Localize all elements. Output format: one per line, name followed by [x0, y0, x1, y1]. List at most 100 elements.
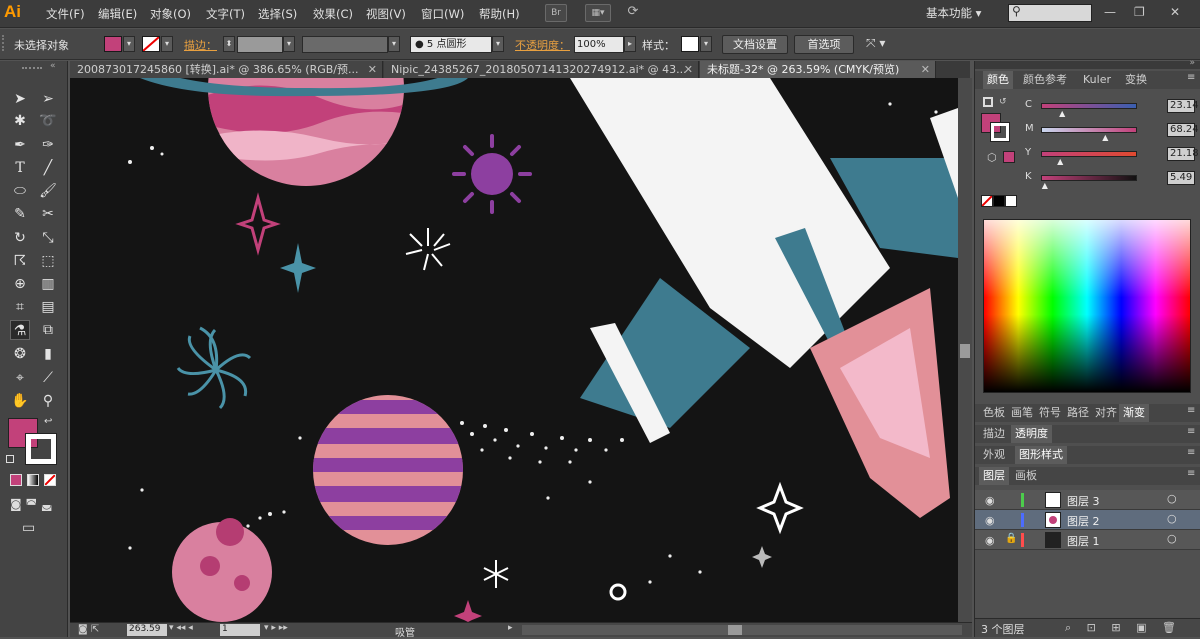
black-color-button[interactable]: [993, 195, 1005, 207]
scale-tool-icon[interactable]: ⤡: [38, 228, 58, 248]
fill-swatch[interactable]: [104, 36, 122, 52]
status-menu-icon[interactable]: ▸: [508, 623, 513, 633]
menu-view[interactable]: 视图(V): [366, 6, 406, 22]
stroke-label[interactable]: 描边：: [184, 37, 217, 53]
opacity-dropdown[interactable]: ▸: [624, 36, 636, 52]
artboard-canvas[interactable]: [70, 78, 958, 622]
layers-empty-area[interactable]: [975, 550, 1200, 617]
bridge-button[interactable]: Br: [545, 4, 567, 22]
layer-row-3[interactable]: ◉ 图层 3 ○: [975, 490, 1200, 510]
tab-graphic-styles[interactable]: 图形样式: [1015, 446, 1067, 464]
color-spectrum[interactable]: [983, 219, 1191, 393]
tab-transform[interactable]: 变换: [1121, 71, 1151, 89]
opacity-label[interactable]: 不透明度：: [515, 37, 570, 53]
channel-y-value[interactable]: 21.18: [1167, 147, 1199, 161]
zoom-field[interactable]: 263.59: [127, 624, 167, 636]
layer-target-icon[interactable]: ○: [1167, 532, 1177, 545]
ellipse-tool-icon[interactable]: ⬭: [10, 181, 30, 201]
default-colors-icon[interactable]: [6, 455, 14, 463]
tab-brushes[interactable]: 画笔: [1007, 404, 1037, 422]
warp-tool-icon[interactable]: ☈: [10, 251, 30, 271]
visibility-eye-icon[interactable]: ◉: [985, 494, 995, 507]
tab-symbols[interactable]: 符号: [1035, 404, 1065, 422]
vertical-scroll-thumb[interactable]: [960, 344, 970, 358]
selection-tool-icon[interactable]: ➤: [10, 89, 30, 109]
curvature-tool-icon[interactable]: ✑: [38, 135, 58, 155]
fill-dropdown[interactable]: ▾: [123, 36, 135, 52]
horizontal-scroll-thumb[interactable]: [728, 625, 742, 635]
tab-align[interactable]: 对齐: [1091, 404, 1121, 422]
menu-file[interactable]: 文件(F): [46, 6, 85, 22]
stroke-color-box[interactable]: [25, 433, 57, 465]
artboard-tool-icon[interactable]: ⌖: [10, 368, 30, 388]
artboard-number-field[interactable]: 1: [220, 624, 260, 636]
scissors-tool-icon[interactable]: ✂: [38, 204, 58, 224]
gpu-performance-icon[interactable]: ⟳: [622, 4, 644, 22]
close-window-button[interactable]: ✕: [1170, 5, 1180, 19]
paintbrush-tool-icon[interactable]: 🖌: [38, 181, 58, 201]
tab-kuler[interactable]: Kuler: [1079, 71, 1115, 89]
tab-appearance[interactable]: 外观: [979, 446, 1009, 464]
collapse-toolbar-icon[interactable]: «: [50, 61, 56, 71]
layer-row-2[interactable]: ◉ 图层 2 ○: [975, 510, 1200, 530]
tab-document-1[interactable]: 200873017245860 [转换].ai* @ 386.65% (RGB/…: [70, 61, 383, 78]
tab-color-guide[interactable]: 颜色参考: [1019, 71, 1071, 89]
channel-m-thumb[interactable]: ▲: [1102, 133, 1108, 142]
out-of-gamut-icon[interactable]: ⬡: [987, 151, 997, 164]
tab-transparency[interactable]: 透明度: [1011, 425, 1052, 443]
close-tab-icon[interactable]: ✕: [684, 61, 693, 78]
column-graph-tool-icon[interactable]: ▮: [38, 344, 58, 364]
lasso-tool-icon[interactable]: ➰: [38, 111, 58, 131]
stroke-swatch[interactable]: [142, 36, 160, 52]
gradient-mode-icon[interactable]: [27, 474, 39, 486]
menu-effect[interactable]: 效果(C): [313, 6, 353, 22]
tab-swatches[interactable]: 色板: [979, 404, 1009, 422]
collapse-dock-icon[interactable]: »: [1189, 58, 1195, 68]
artboard-nav-icons[interactable]: ▾ ▸ ▸▸: [264, 623, 288, 633]
channel-k-slider[interactable]: [1041, 175, 1137, 181]
workspace-switcher[interactable]: 基本功能 ▾: [926, 5, 981, 21]
menu-help[interactable]: 帮助(H): [479, 6, 520, 22]
none-color-button[interactable]: [981, 195, 993, 207]
search-input[interactable]: ⚲: [1008, 4, 1092, 22]
minimize-window-button[interactable]: —: [1104, 5, 1116, 19]
perspective-grid-tool-icon[interactable]: ▥: [38, 274, 58, 294]
layer-row-1[interactable]: ◉ 🔒 图层 1 ○: [975, 530, 1200, 550]
shape-builder-tool-icon[interactable]: ⊕: [10, 274, 30, 294]
color-mode-icon[interactable]: [10, 474, 22, 486]
document-settings-button[interactable]: 文档设置: [722, 35, 788, 54]
brush-dropdown[interactable]: ▾: [492, 36, 504, 52]
status-icons[interactable]: ◙ ⇱: [78, 624, 99, 635]
symbol-sprayer-tool-icon[interactable]: ❂: [10, 344, 30, 364]
close-tab-icon[interactable]: ✕: [921, 61, 930, 78]
tab-document-3[interactable]: 未标题-32* @ 263.59% (CMYK/预览) ✕: [700, 61, 936, 78]
opacity-field[interactable]: 100%: [574, 36, 624, 53]
tab-gradient[interactable]: 渐变: [1119, 404, 1149, 422]
style-swatch[interactable]: [681, 36, 699, 52]
tab-document-2[interactable]: Nipic_24385267_20180507141320274912.ai* …: [384, 61, 699, 78]
zoom-tool-icon[interactable]: ⚲: [38, 391, 58, 411]
stroke-weight-dropdown[interactable]: ▾: [283, 36, 295, 52]
menu-type[interactable]: 文字(T): [206, 6, 245, 22]
tab-color[interactable]: 颜色: [983, 71, 1013, 89]
rotate-tool-icon[interactable]: ↻: [10, 228, 30, 248]
panel-menu-icon[interactable]: ≡: [1187, 72, 1195, 83]
profile-dropdown[interactable]: ▾: [388, 36, 400, 52]
preferences-button[interactable]: 首选项: [794, 35, 854, 54]
gradient-tool-icon[interactable]: ▤: [38, 297, 58, 317]
isolate-icon[interactable]: ⤧ ▾: [866, 36, 885, 51]
eyedropper-tool-icon[interactable]: ⚗: [10, 320, 30, 340]
channel-m-value[interactable]: 68.24: [1167, 123, 1199, 137]
variable-width-profile[interactable]: [302, 36, 388, 53]
color-panel-stroke-box[interactable]: [990, 122, 1010, 142]
zoom-dropdown-icon[interactable]: ▾ ◂◂ ◂: [169, 623, 193, 633]
menu-window[interactable]: 窗口(W): [421, 6, 464, 22]
hand-tool-icon[interactable]: ✋: [10, 391, 30, 411]
visibility-eye-icon[interactable]: ◉: [985, 514, 995, 527]
panel-menu-icon[interactable]: ≡: [1187, 447, 1195, 458]
close-tab-icon[interactable]: ✕: [368, 61, 377, 78]
free-transform-tool-icon[interactable]: ⬚: [38, 251, 58, 271]
mesh-tool-icon[interactable]: ⌗: [10, 297, 30, 317]
channel-c-value[interactable]: 23.14: [1167, 99, 1199, 113]
stroke-dropdown[interactable]: ▾: [161, 36, 173, 52]
